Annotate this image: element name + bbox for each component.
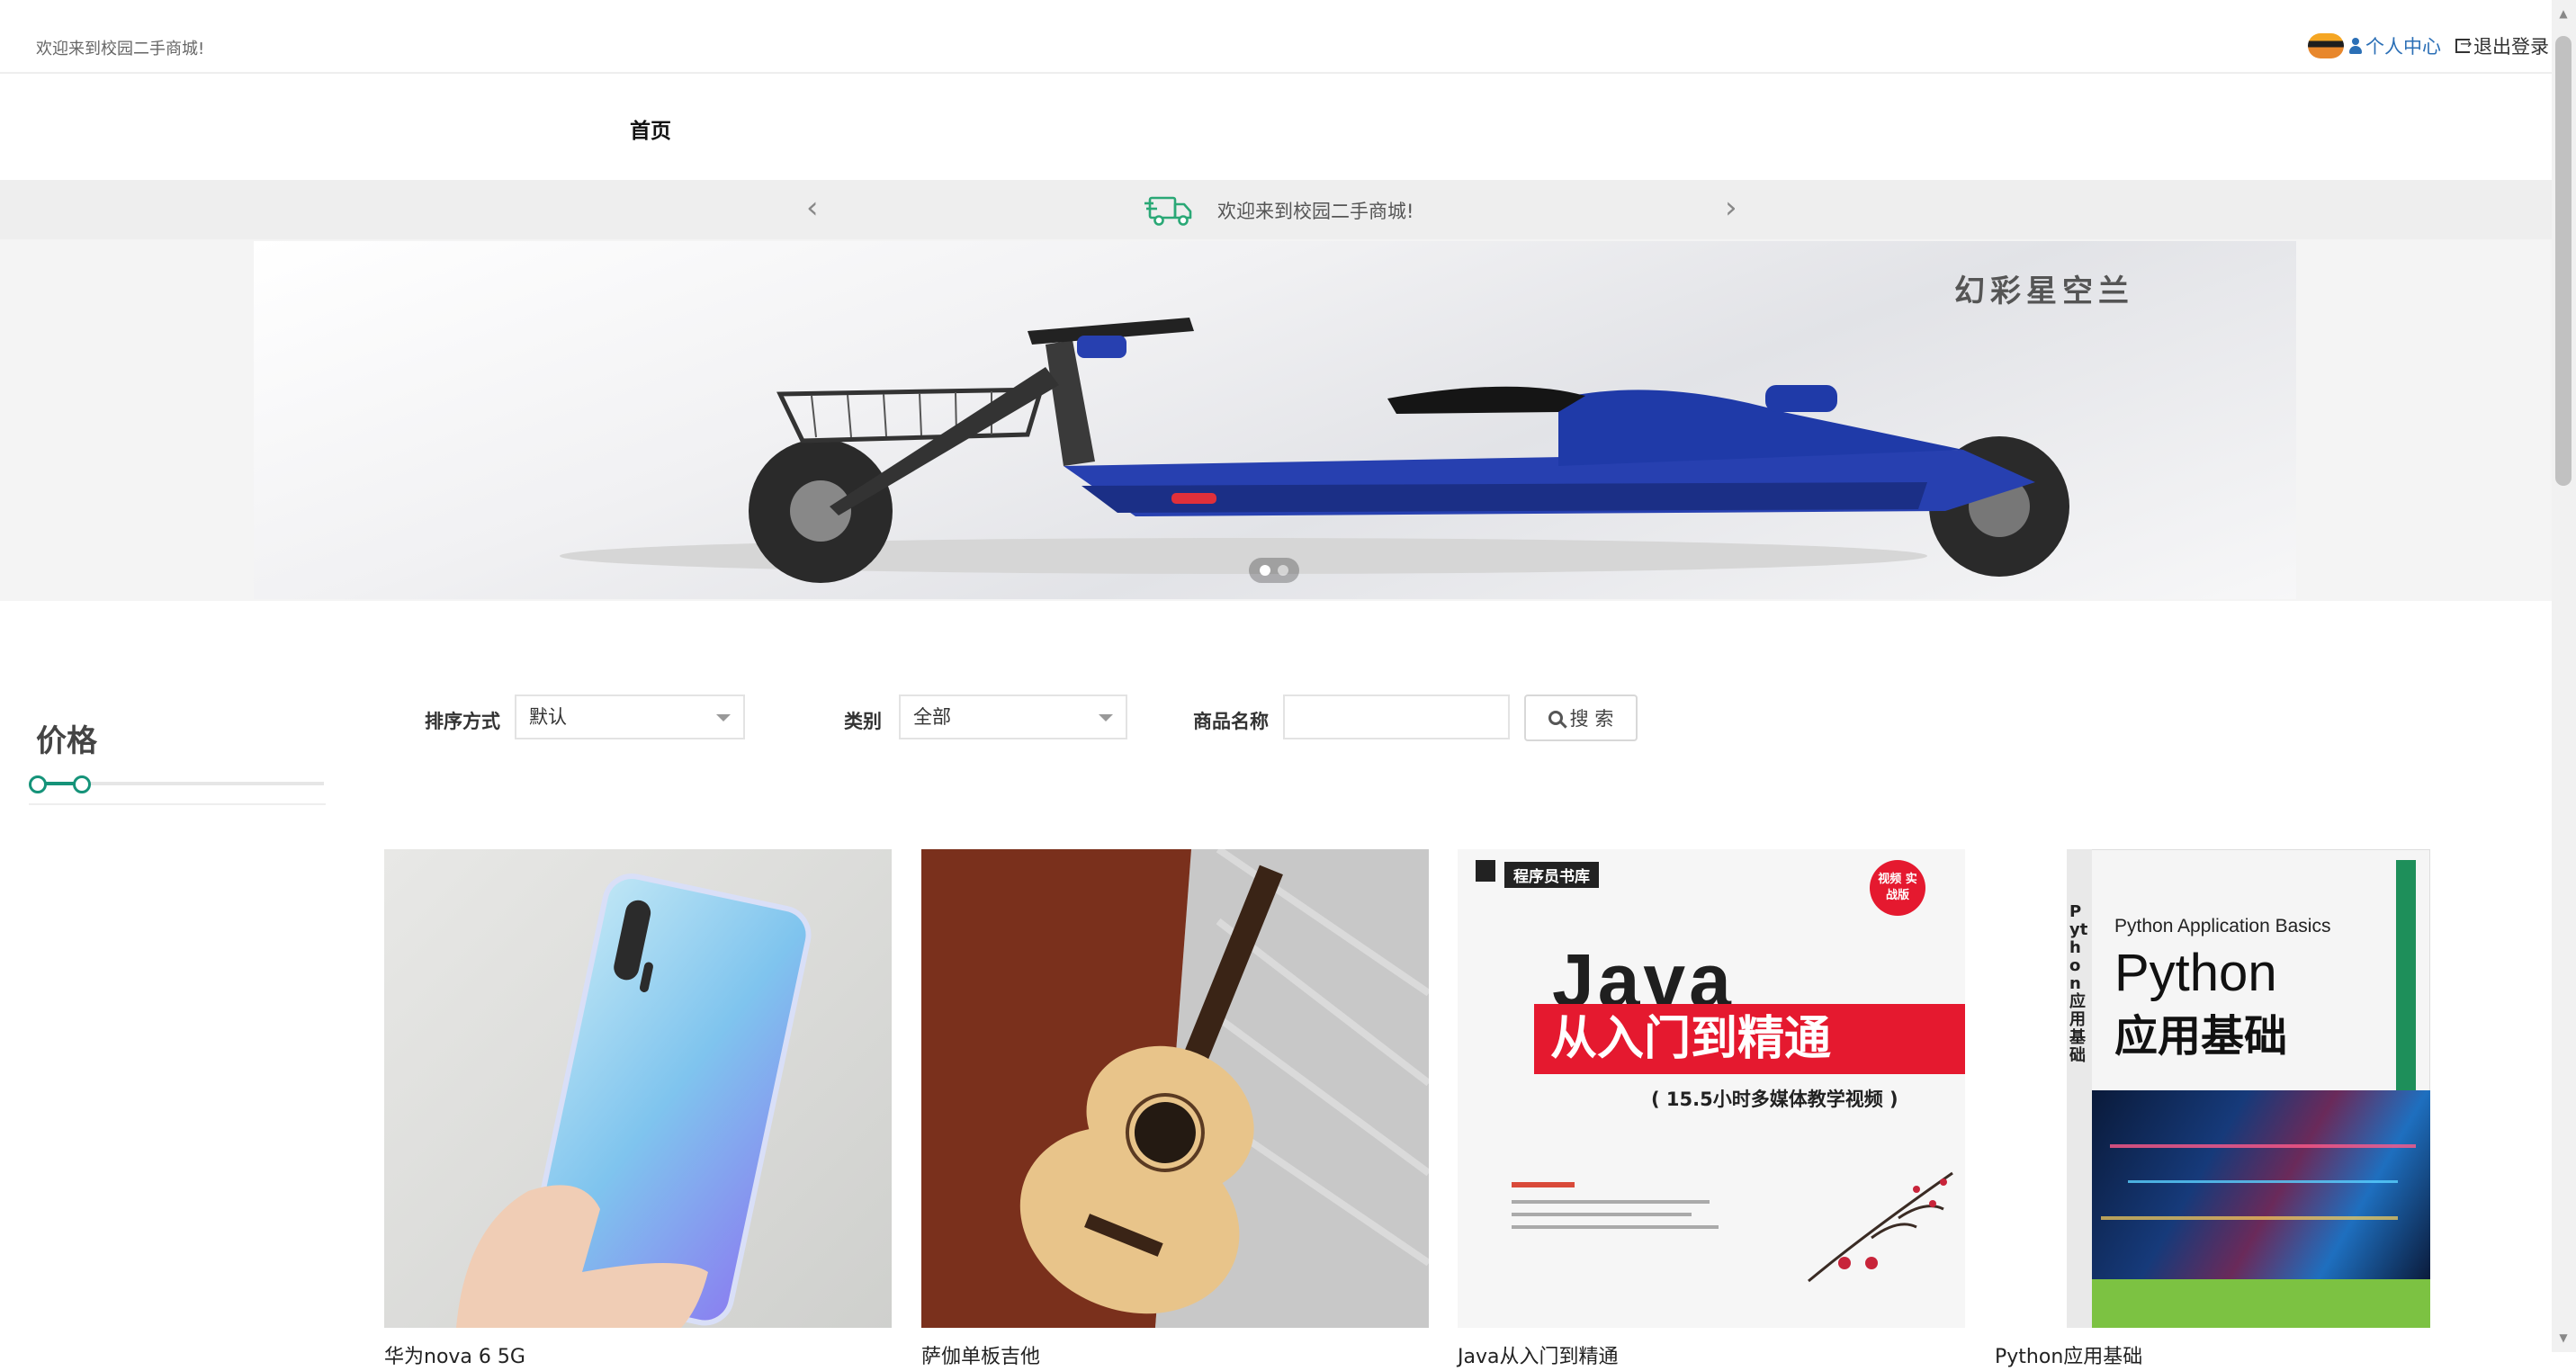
sort-select[interactable]: 默认 [515, 694, 745, 739]
product-image [921, 849, 1429, 1328]
product-name: 华为nova 6 5G [384, 1346, 525, 1368]
book-title-cn: 从入门到精通 [1534, 1004, 1965, 1074]
sort-chevron-down-icon [716, 714, 731, 721]
price-slider-max-handle[interactable] [73, 775, 91, 793]
scrollbar-thumb[interactable] [2555, 36, 2572, 486]
product-card[interactable]: Python应用基础 Python Application Basics Pyt… [1995, 849, 2502, 1371]
nav-home-link[interactable]: 首页 [630, 113, 671, 144]
notice-prev-button[interactable]: ‹ [806, 193, 819, 223]
user-box: 个人中心 退出登录 [2308, 32, 2549, 59]
python-spine-title: Python应用基础 [2069, 902, 2088, 1065]
truck-icon [1144, 196, 1192, 226]
product-image [384, 849, 892, 1328]
python-cover-art [2092, 1090, 2430, 1279]
product-name: Python应用基础 [1995, 1346, 2143, 1368]
book-text-block [1512, 1182, 1728, 1263]
category-label: 类别 [844, 711, 882, 732]
category-chevron-down-icon [1099, 714, 1113, 721]
product-name-input[interactable] [1283, 694, 1510, 739]
product-image: Python应用基础 Python Application Basics Pyt… [1995, 849, 2502, 1328]
scroll-down-arrow-icon[interactable]: ▼ [2555, 1330, 2572, 1346]
personal-center-link[interactable]: 个人中心 [2349, 32, 2441, 59]
product-image: 程序员书库 视频 实战版 Java 从入门到精通 ( 15.5小时多媒体教学视频… [1458, 849, 1965, 1328]
banner-dot-1[interactable] [1260, 565, 1270, 576]
product-name-label: 商品名称 [1193, 711, 1269, 732]
person-icon [2349, 38, 2362, 54]
sidebar-divider [29, 803, 326, 805]
notice-text: 欢迎来到校园二手商城! [1217, 201, 1414, 222]
avatar[interactable] [2308, 33, 2344, 58]
banner-slide[interactable]: 幻彩星空兰 [254, 241, 2296, 599]
python-cover-footer [2092, 1279, 2430, 1328]
book-badge: 视频 实战版 [1870, 860, 1925, 916]
logout-link[interactable]: 退出登录 [2455, 32, 2549, 59]
product-name: 萨伽单板吉他 [921, 1346, 1041, 1368]
product-card[interactable]: 程序员书库 视频 实战版 Java 从入门到精通 ( 15.5小时多媒体教学视频… [1458, 849, 1965, 1371]
top-bar [0, 0, 2552, 74]
search-button-label: 搜 索 [1569, 708, 1614, 730]
python-green-stripe [2396, 860, 2416, 1103]
python-title-cn: 应用基础 [2114, 1011, 2288, 1062]
scooter-image [560, 318, 2069, 583]
price-slider-min-handle[interactable] [29, 775, 47, 793]
branch-illustration [1808, 1171, 1953, 1283]
category-select[interactable]: 全部 [899, 694, 1127, 739]
sort-select-value: 默认 [529, 706, 567, 728]
banner-dots [1249, 558, 1299, 583]
book-series: 程序员书库 [1504, 862, 1599, 888]
welcome-text: 欢迎来到校园二手商城! [36, 40, 205, 58]
category-select-value: 全部 [913, 706, 951, 728]
publisher-logo [1476, 860, 1495, 882]
product-card[interactable]: 华为nova 6 5G [384, 849, 892, 1371]
personal-center-label: 个人中心 [2365, 36, 2441, 58]
book-subtitle: ( 15.5小时多媒体教学视频 ) [1651, 1089, 1898, 1110]
product-card[interactable]: 萨伽单板吉他 [921, 849, 1429, 1371]
scroll-up-arrow-icon[interactable]: ▲ [2555, 5, 2572, 22]
banner-dot-2[interactable] [1278, 565, 1288, 576]
product-name: Java从入门到精通 [1458, 1346, 1619, 1368]
search-button[interactable]: 搜 索 [1524, 694, 1638, 741]
logout-label: 退出登录 [2473, 36, 2549, 58]
notice-next-button[interactable]: › [1725, 193, 1737, 223]
python-title-big: Python [2114, 944, 2277, 1002]
python-title-small: Python Application Basics [2114, 916, 2331, 936]
search-icon [1548, 711, 1563, 725]
sort-label: 排序方式 [425, 711, 500, 732]
price-title: 价格 [36, 723, 97, 759]
logout-icon [2455, 35, 2472, 53]
